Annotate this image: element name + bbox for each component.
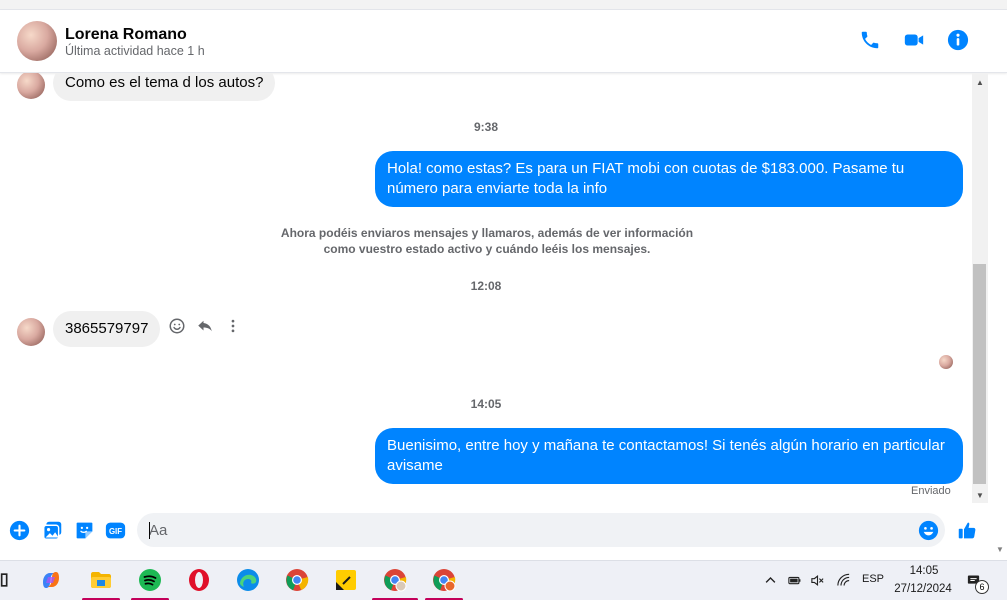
task-view-icon[interactable] (0, 567, 10, 593)
chrome-profile-glyph-icon (384, 569, 407, 592)
sticky-notes-icon[interactable] (333, 567, 359, 593)
page-scroll-down-arrow-icon[interactable]: ▼ (993, 545, 1007, 559)
battery-glyph-icon (787, 576, 800, 584)
chevron-up-icon (765, 576, 775, 583)
chrome-profile-icon[interactable] (382, 567, 408, 593)
clock-date[interactable]: 27/12/2024 (890, 583, 956, 595)
timestamp: 12:08 (470, 279, 502, 293)
wifi-glyph-icon (836, 573, 849, 586)
reply-icon (198, 320, 212, 332)
contact-name[interactable]: Lorena Romano (65, 26, 187, 44)
edge-browser-icon[interactable] (235, 567, 261, 593)
attach-photo-button[interactable] (41, 519, 63, 541)
read-receipt-avatar (939, 355, 953, 369)
sticker-button[interactable] (73, 519, 95, 541)
scroll-up-arrow-icon[interactable]: ▲ (974, 77, 986, 87)
plus-circle-icon (9, 520, 29, 540)
scroll-down-arrow-icon[interactable]: ▼ (974, 490, 986, 500)
task-view-glyph-icon (0, 573, 8, 587)
sent-status: Enviado (911, 485, 951, 497)
edge-glyph-icon (237, 569, 259, 591)
smiley-icon (169, 318, 185, 334)
folder-icon (91, 572, 111, 588)
message-field[interactable] (137, 513, 945, 547)
language-indicator[interactable]: ESP (862, 573, 884, 585)
video-camera-icon (904, 34, 924, 46)
emoji-icon (918, 520, 938, 540)
messenger-window: Lorena Romano Última actividad hace 1 h … (0, 0, 1007, 600)
message-input[interactable] (149, 513, 909, 547)
text-caret (149, 522, 150, 539)
notification-count-badge: 6 (975, 580, 989, 594)
system-notice: Ahora podéis enviaros mensajes y llamaro… (280, 226, 694, 256)
chat-header: Lorena Romano Última actividad hace 1 h (0, 10, 1007, 73)
contact-status: Última actividad hace 1 h (65, 44, 205, 58)
contact-avatar[interactable] (17, 21, 57, 61)
more-actions-button[interactable] (8, 519, 30, 541)
outgoing-message[interactable]: Buenisimo, entre hoy y mañana te contact… (375, 428, 963, 484)
conversation-info-button[interactable] (946, 28, 970, 52)
react-button[interactable] (166, 315, 188, 337)
reply-button[interactable] (194, 315, 216, 337)
sender-avatar[interactable] (17, 318, 45, 346)
file-explorer-icon[interactable] (88, 567, 114, 593)
incoming-message[interactable]: 3865579797 (53, 311, 161, 347)
chrome-glyph-icon (286, 569, 309, 591)
clock-time[interactable]: 14:05 (896, 565, 952, 577)
copilot-icon[interactable] (38, 567, 64, 593)
more-options-button[interactable] (222, 315, 244, 337)
sticker-icon (76, 522, 92, 538)
image-icon (42, 521, 61, 540)
chrome-profile-glyph-icon (433, 569, 456, 592)
browser-top-strip (0, 0, 1007, 10)
sender-avatar[interactable] (17, 73, 45, 99)
outgoing-message[interactable]: Hola! como estas? Es para un FIAT mobi c… (375, 151, 963, 207)
volume-muted-icon[interactable] (809, 572, 825, 588)
windows-taskbar: ESP 14:05 27/12/2024 6 (0, 560, 1007, 600)
incoming-message[interactable]: Como es el tema d los autos? (53, 73, 276, 101)
spotify-glyph-icon (139, 569, 161, 591)
spotify-icon[interactable] (137, 567, 163, 593)
chrome-profile-icon[interactable] (431, 567, 457, 593)
thumbs-up-icon (958, 522, 975, 538)
wifi-icon[interactable] (835, 572, 851, 588)
gif-label: GIF (108, 527, 121, 536)
scrollbar-thumb[interactable] (973, 264, 986, 484)
audio-call-button[interactable] (858, 28, 882, 52)
speaker-icon (810, 574, 824, 586)
conversation-thread: Como es el tema d los autos? 9:38 Hola! … (0, 73, 972, 503)
message-composer: GIF (0, 503, 1007, 558)
emoji-button[interactable] (917, 519, 939, 541)
gif-icon: GIF (105, 522, 125, 538)
gif-button[interactable]: GIF (104, 519, 126, 541)
copilot-glyph-icon (43, 572, 59, 588)
chrome-browser-icon[interactable] (284, 567, 310, 593)
send-like-button[interactable] (956, 519, 978, 541)
info-icon (947, 29, 969, 51)
opera-glyph-icon (189, 569, 209, 591)
phone-icon (861, 31, 879, 49)
opera-browser-icon[interactable] (186, 567, 212, 593)
video-call-button[interactable] (902, 28, 926, 52)
battery-icon[interactable] (786, 572, 802, 588)
vertical-dots-icon (231, 319, 235, 333)
show-hidden-icons-chevron-icon[interactable] (762, 572, 778, 588)
timestamp: 14:05 (470, 397, 502, 411)
sticky-note-glyph-icon (336, 570, 356, 590)
timestamp: 9:38 (473, 120, 499, 134)
